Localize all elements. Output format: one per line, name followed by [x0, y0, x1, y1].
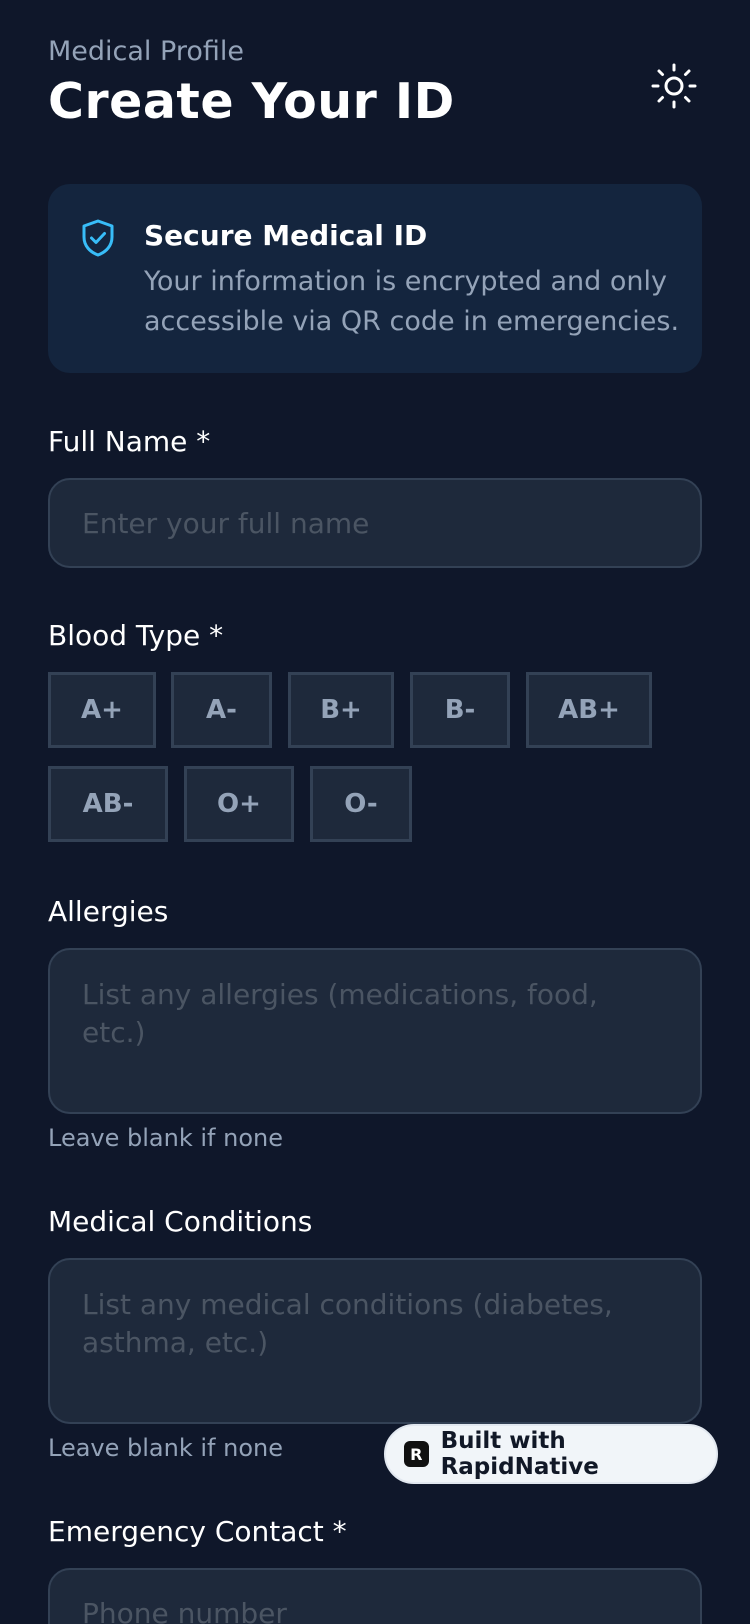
- built-with-badge[interactable]: R Built with RapidNative: [384, 1424, 718, 1484]
- card-description: Your information is encrypted and only a…: [144, 266, 680, 337]
- conditions-label: Medical Conditions: [48, 1205, 313, 1238]
- blood-type-o-pos[interactable]: O+: [184, 766, 294, 842]
- blood-type-a-pos[interactable]: A+: [48, 672, 156, 748]
- rapidnative-logo-icon: R: [404, 1441, 429, 1467]
- blood-type-b-pos[interactable]: B+: [288, 672, 394, 748]
- blood-type-b-neg[interactable]: B-: [410, 672, 510, 748]
- allergies-input[interactable]: [48, 948, 702, 1114]
- emergency-contact-label: Emergency Contact *: [48, 1515, 347, 1548]
- allergies-hint: Leave blank if none: [48, 1124, 283, 1152]
- header: Medical Profile Create Your ID: [48, 32, 702, 142]
- blood-type-ab-pos[interactable]: AB+: [526, 672, 652, 748]
- emergency-contact-input[interactable]: [48, 1568, 702, 1624]
- conditions-input[interactable]: [48, 1258, 702, 1424]
- blood-type-a-neg[interactable]: A-: [171, 672, 272, 748]
- full-name-label: Full Name *: [48, 425, 211, 458]
- create-id-screen: Medical Profile Create Your ID Secure Me…: [0, 0, 750, 1624]
- secure-info-card: Secure Medical ID Your information is en…: [48, 184, 702, 373]
- allergies-label: Allergies: [48, 895, 169, 928]
- blood-type-o-neg[interactable]: O-: [310, 766, 412, 842]
- full-name-input[interactable]: [48, 478, 702, 568]
- card-title: Secure Medical ID: [144, 219, 428, 252]
- badge-text: Built with RapidNative: [440, 1428, 599, 1480]
- blood-type-label: Blood Type *: [48, 619, 224, 652]
- page-eyebrow: Medical Profile: [48, 36, 244, 67]
- theme-toggle-button[interactable]: [646, 58, 702, 114]
- sun-icon: [651, 63, 697, 109]
- page-title: Create Your ID: [48, 73, 455, 130]
- conditions-hint: Leave blank if none: [48, 1434, 283, 1462]
- shield-check-icon: [82, 219, 114, 257]
- blood-type-ab-neg[interactable]: AB-: [48, 766, 168, 842]
